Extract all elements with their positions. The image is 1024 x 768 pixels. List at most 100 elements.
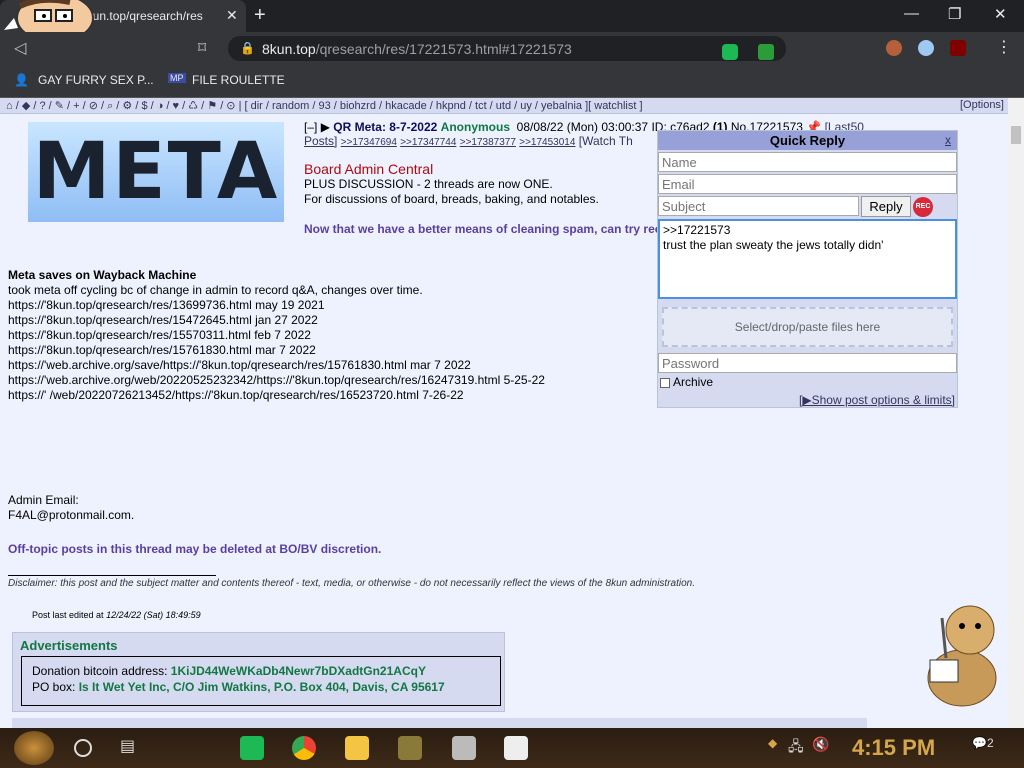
- wayback-line: https://' /web/20220726213452/https://'8…: [8, 388, 464, 402]
- scroll-thumb[interactable]: [1011, 126, 1021, 144]
- shield-icon[interactable]: [758, 44, 774, 60]
- notifications-icon[interactable]: 💬2: [972, 736, 996, 760]
- post-line: For discussions of board, breads, baking…: [304, 192, 599, 206]
- name-input[interactable]: [658, 152, 957, 172]
- po-label: PO box:: [32, 680, 76, 694]
- app-icon[interactable]: [398, 736, 422, 760]
- address-bar[interactable]: 🔒 8kun.top/qresearch/res/17221573.html#1…: [228, 36, 786, 61]
- profile-avatar-icon[interactable]: [886, 40, 902, 56]
- post-body-continued: Meta saves on Wayback Machine took meta …: [8, 268, 545, 523]
- posts-link[interactable]: Posts]: [304, 134, 337, 148]
- bookmark-file-roulette[interactable]: FILE ROULETTE: [192, 73, 285, 87]
- boardlist-links[interactable]: [ dir / random / 93 / biohzrd / hkacade …: [245, 100, 643, 112]
- reply-button[interactable]: Reply: [861, 196, 911, 217]
- show-post-options-link[interactable]: [▶Show post options & limits]: [799, 393, 955, 407]
- banner-text: META: [32, 127, 280, 217]
- quick-reply-close-button[interactable]: x: [945, 131, 951, 150]
- app-icon[interactable]: [452, 736, 476, 760]
- expand-icon[interactable]: ▶: [321, 120, 330, 134]
- file-dropzone[interactable]: Select/drop/paste files here: [662, 307, 953, 347]
- bookmarks-bar: 👤 GAY FURRY SEX P... MP FILE ROULETTE: [0, 64, 1024, 98]
- wayback-line: https://'web.archive.org/save/https://'8…: [8, 358, 471, 372]
- comment-textarea[interactable]: >>17221573 trust the plan sweaty the jew…: [658, 219, 957, 299]
- password-input[interactable]: [658, 353, 957, 373]
- backlink[interactable]: >>17347694: [341, 137, 397, 148]
- bottom-bar: [12, 718, 867, 728]
- tab-title: 8kun.top/qresearch/res: [80, 9, 203, 23]
- email-input[interactable]: [658, 174, 957, 194]
- poster-name: Anonymous: [440, 120, 510, 134]
- bookmark-favicon-icon: MP: [168, 73, 186, 83]
- subject-input[interactable]: [658, 196, 859, 216]
- wayback-line: https://'8kun.top/qresearch/res/15472645…: [8, 313, 318, 327]
- photos-icon[interactable]: [504, 736, 528, 760]
- hide-toggle[interactable]: [–]: [304, 120, 317, 134]
- close-window-icon[interactable]: ✕: [994, 5, 1007, 23]
- post-highlight: Now that we have a better means of clean…: [304, 222, 662, 236]
- bookmark-favicon-icon: 👤: [14, 73, 29, 87]
- browser-toolbar: ◁ ⌑ 🔒 8kun.top/qresearch/res/17221573.ht…: [0, 32, 1024, 64]
- new-tab-icon[interactable]: +: [254, 4, 266, 27]
- watch-thread-link[interactable]: [Watch Th: [579, 134, 633, 148]
- quick-reply-panel: Quick Reply x Reply REC >>17221573 trust…: [657, 130, 958, 408]
- tab-close-icon[interactable]: ✕: [226, 7, 238, 24]
- board-list: ⌂ / ◆ / ? / ✎ / + / ⊘ / ⌕ / ⚙ / $ / ◑ / …: [0, 98, 1008, 114]
- folder-icon[interactable]: [345, 736, 369, 760]
- wayback-line: https://'web.archive.org/web/20220525232…: [8, 373, 545, 387]
- app-icon[interactable]: [240, 736, 264, 760]
- disclaimer: Disclaimer: this post and the subject ma…: [8, 578, 695, 589]
- search-icon[interactable]: [74, 739, 92, 757]
- chrome-icon[interactable]: [292, 736, 316, 760]
- url-text: 8kun.top/qresearch/res/17221573.html#172…: [262, 41, 572, 57]
- wayback-line: took meta off cycling bc of change in ad…: [8, 283, 423, 297]
- archive-checkbox[interactable]: [660, 377, 670, 388]
- extension-flag-icon[interactable]: [918, 40, 934, 56]
- quick-reply-title-text: Quick Reply: [769, 133, 846, 148]
- post-line: PLUS DISCUSSION - 2 threads are now ONE.: [304, 177, 553, 191]
- post-date: 08/08/22 (Mon) 03:00:37: [516, 120, 649, 134]
- extension-green-icon[interactable]: [722, 44, 738, 60]
- page-scrollbar[interactable]: [1008, 98, 1024, 728]
- back-icon[interactable]: ◁: [14, 38, 26, 58]
- offtopic-notice: Off-topic posts in this thread may be de…: [8, 542, 382, 556]
- post-heading: Board Admin Central: [304, 161, 434, 177]
- lock-icon: 🔒: [240, 41, 255, 55]
- archive-option[interactable]: Archive: [660, 375, 713, 389]
- record-button[interactable]: REC: [913, 197, 933, 217]
- boardlist-icons[interactable]: ⌂ / ◆ / ? / ✎ / + / ⊘ / ⌕ / ⚙ / $ / ◑ / …: [6, 100, 241, 112]
- volume-muted-icon[interactable]: 🔇: [812, 736, 836, 760]
- task-view-icon[interactable]: ▤: [120, 736, 144, 760]
- archive-label: Archive: [673, 375, 714, 389]
- po-box: Is It Wet Yet Inc, C/O Jim Watkins, P.O.…: [78, 680, 445, 694]
- thread-image[interactable]: META: [28, 122, 284, 222]
- ads-box: Donation bitcoin address: 1KiJD44WeWKaDb…: [21, 656, 501, 706]
- minimize-icon[interactable]: —: [904, 5, 919, 22]
- edited-notice: Post last edited at 12/24/22 (Sat) 18:49…: [32, 610, 201, 620]
- bookmark-icon[interactable]: ⌑: [198, 38, 206, 58]
- bookmark-gay-furry[interactable]: GAY FURRY SEX P...: [38, 73, 154, 87]
- restore-icon[interactable]: ❐: [948, 5, 961, 23]
- ublock-icon[interactable]: [950, 40, 966, 56]
- backlink[interactable]: >>17453014: [519, 137, 575, 148]
- start-icon[interactable]: [14, 731, 54, 765]
- menu-icon[interactable]: ⋮: [996, 37, 1012, 57]
- wayback-line: https://'8kun.top/qresearch/res/13699736…: [8, 298, 325, 312]
- bitcoin-address: 1KiJD44WeWKaDb4Newr7bDXadtGn21ACqY: [170, 664, 426, 678]
- wayback-title: Meta saves on Wayback Machine: [8, 268, 197, 282]
- taskbar: ▤ ◆ 🖧 🔇 4:15 PM 💬2: [0, 728, 1024, 768]
- wayback-line: https://'8kun.top/qresearch/res/15761830…: [8, 343, 316, 357]
- network-icon[interactable]: 🖧: [788, 736, 812, 760]
- post-body: Board Admin Central PLUS DISCUSSION - 2 …: [304, 162, 661, 237]
- tab-strip: 8kun.top/qresearch/res ✕ + — ❐ ✕: [0, 0, 1024, 43]
- clock[interactable]: 4:15 PM: [852, 735, 935, 761]
- quick-reply-title[interactable]: Quick Reply x: [658, 131, 957, 150]
- admin-email: F4AL@protonmail.com.: [8, 508, 135, 522]
- admin-email-label: Admin Email:: [8, 493, 79, 507]
- notification-count: 2: [986, 736, 994, 750]
- backlink[interactable]: >>17387377: [460, 137, 516, 148]
- advertisements: Advertisements Donation bitcoin address:…: [12, 632, 505, 712]
- hamster-mascot-icon: [927, 605, 997, 707]
- bitcoin-label: Donation bitcoin address:: [32, 664, 168, 678]
- options-link[interactable]: [Options]: [960, 99, 1004, 111]
- backlink[interactable]: >>17347744: [400, 137, 456, 148]
